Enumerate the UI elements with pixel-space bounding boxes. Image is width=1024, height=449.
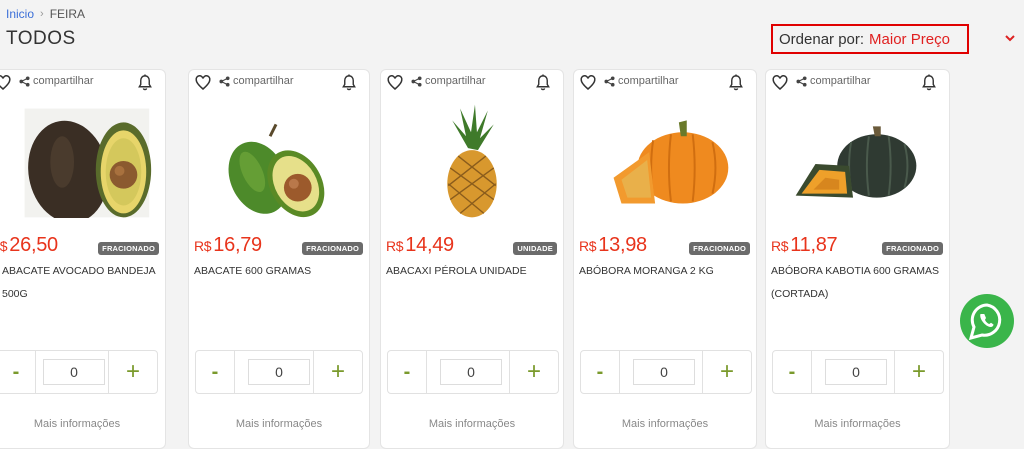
increase-button[interactable]: + <box>313 351 362 393</box>
share-label: compartilhar <box>233 75 294 87</box>
sort-label: Ordenar por: <box>779 30 865 48</box>
quantity-input[interactable] <box>440 359 502 385</box>
unit-badge: FRACIONADO <box>302 242 363 255</box>
quantity-stepper: - + <box>580 350 752 394</box>
currency-symbol: R$ <box>194 238 212 254</box>
share-icon <box>219 75 230 87</box>
product-price: R$26,50 <box>0 234 58 257</box>
price-value: 11,87 <box>790 234 838 256</box>
product-name[interactable]: ABÓBORA MORANGA 2 KG <box>579 260 751 283</box>
currency-symbol: R$ <box>0 238 8 254</box>
share-button[interactable]: compartilhar <box>796 75 871 87</box>
share-icon <box>411 75 422 87</box>
quantity-input[interactable] <box>633 359 695 385</box>
bell-icon[interactable] <box>137 74 153 91</box>
quantity-input[interactable] <box>825 359 887 385</box>
sort-value: Maior Preço <box>869 30 950 48</box>
increase-button[interactable]: + <box>702 351 751 393</box>
currency-symbol: R$ <box>579 238 597 254</box>
decrease-button[interactable]: - <box>0 351 36 393</box>
share-button[interactable]: compartilhar <box>411 75 486 87</box>
more-info-link[interactable]: Mais informações <box>189 418 369 430</box>
quantity-stepper: - + <box>772 350 944 394</box>
unit-badge: FRACIONADO <box>98 242 159 255</box>
share-label: compartilhar <box>33 75 94 87</box>
breadcrumb: Inicio › FEIRA <box>6 7 85 21</box>
product-price: R$ 13,98 <box>579 234 647 257</box>
increase-button[interactable]: + <box>108 351 157 393</box>
product-card: compartilhar R$ 11,87 FRACIONADO ABÓBORA … <box>765 69 950 449</box>
unit-badge: FRACIONADO <box>882 242 943 255</box>
share-button[interactable]: compartilhar <box>604 75 679 87</box>
quantity-input[interactable] <box>43 359 105 385</box>
price-value: 16,79 <box>213 234 262 256</box>
share-button[interactable]: compartilhar <box>19 75 94 87</box>
share-icon <box>19 75 30 87</box>
quantity-stepper: - + <box>0 350 158 394</box>
share-label: compartilhar <box>425 75 486 87</box>
pineapple-image <box>447 104 497 218</box>
decrease-button[interactable]: - <box>581 351 620 393</box>
share-label: compartilhar <box>618 75 679 87</box>
product-card: compartilhar R$ 14,49 UNIDADE ABACAXI PÉR… <box>380 69 564 449</box>
price-value: 13,98 <box>598 234 647 256</box>
decrease-button[interactable]: - <box>773 351 812 393</box>
share-label: compartilhar <box>810 75 871 87</box>
share-button[interactable]: compartilhar <box>219 75 294 87</box>
price-value: 14,49 <box>405 234 454 256</box>
unit-badge: FRACIONADO <box>689 242 750 255</box>
product-price: R$ 14,49 <box>386 234 454 257</box>
product-price: R$ 11,87 <box>771 234 838 257</box>
heart-icon[interactable] <box>771 74 789 92</box>
breadcrumb-separator: › <box>40 8 44 20</box>
quantity-stepper: - + <box>195 350 363 394</box>
heart-icon[interactable] <box>194 74 212 92</box>
share-icon <box>796 75 807 87</box>
bell-icon[interactable] <box>535 74 551 91</box>
product-card: compartilhar R$ 16,79 FRACIONADO ABACATE … <box>188 69 370 449</box>
product-card: compartilhar R$26,50 FRACIONADO ABACATE … <box>0 69 166 449</box>
currency-symbol: R$ <box>386 238 404 254</box>
more-info-link[interactable]: Mais informações <box>574 418 756 430</box>
decrease-button[interactable]: - <box>196 351 235 393</box>
currency-symbol: R$ <box>771 238 789 254</box>
decrease-button[interactable]: - <box>388 351 427 393</box>
product-card: compartilhar R$ 13,98 FRACIONADO ABÓBORA … <box>573 69 757 449</box>
quantity-stepper: - + <box>387 350 559 394</box>
page-title: TODOS <box>6 28 76 49</box>
price-value: 26,50 <box>9 234 58 256</box>
product-name[interactable]: ABÓBORA KABOTIA 600 GRAMAS (CORTADA) <box>771 260 943 306</box>
quantity-input[interactable] <box>248 359 310 385</box>
more-info-link[interactable]: Mais informações <box>381 418 563 430</box>
heart-icon[interactable] <box>386 74 404 92</box>
heart-icon[interactable] <box>579 74 597 92</box>
more-info-link[interactable]: Mais informações <box>766 418 949 430</box>
breadcrumb-current: FEIRA <box>49 7 86 21</box>
bell-icon[interactable] <box>728 74 744 91</box>
increase-button[interactable]: + <box>894 351 943 393</box>
chevron-down-icon[interactable] <box>1004 33 1016 43</box>
more-info-link[interactable]: Mais informações <box>0 418 165 430</box>
increase-button[interactable]: + <box>509 351 558 393</box>
product-name[interactable]: ABACATE AVOCADO BANDEJA 500G <box>2 260 174 306</box>
product-name[interactable]: ABACAXI PÉROLA UNIDADE <box>386 260 558 283</box>
share-icon <box>604 75 615 87</box>
bell-icon[interactable] <box>341 74 357 91</box>
whatsapp-icon[interactable] <box>958 293 1016 351</box>
sort-dropdown[interactable]: Ordenar por: Maior Preço <box>771 24 969 54</box>
product-price: R$ 16,79 <box>194 234 262 257</box>
kabocha-image <box>795 126 917 198</box>
avocado-image <box>24 108 152 218</box>
heart-icon[interactable] <box>0 74 12 92</box>
unit-badge: UNIDADE <box>513 242 557 255</box>
breadcrumb-home-link[interactable]: Inicio <box>6 7 34 21</box>
bell-icon[interactable] <box>921 74 937 91</box>
pumpkin-image <box>613 120 729 204</box>
avocado-image <box>228 123 325 218</box>
product-name[interactable]: ABACATE 600 GRAMAS <box>194 260 366 283</box>
